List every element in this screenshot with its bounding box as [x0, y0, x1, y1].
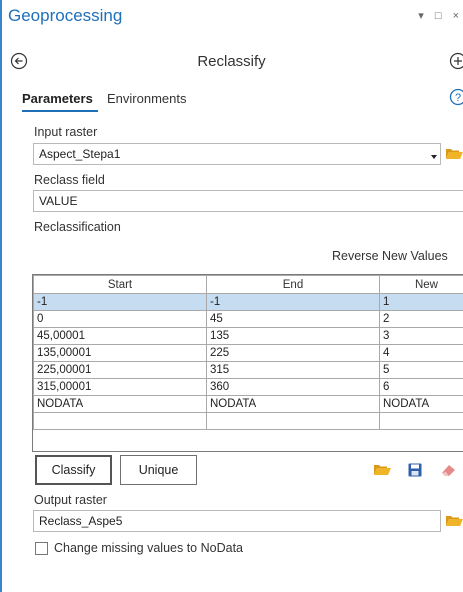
cell-end[interactable]: [206, 412, 380, 430]
cell-start[interactable]: 315,00001: [33, 378, 207, 396]
cell-new[interactable]: 6: [379, 378, 463, 396]
table-row[interactable]: 0 45 2: [33, 310, 463, 328]
cell-end[interactable]: 360: [206, 378, 380, 396]
reclassification-label: Reclassification: [34, 220, 121, 234]
pane-title: Geoprocessing: [8, 6, 123, 25]
reclass-field-label: Reclass field: [34, 173, 105, 187]
cell-new[interactable]: NODATA: [379, 395, 463, 413]
cell-start[interactable]: 45,00001: [33, 327, 207, 345]
cell-new[interactable]: 2: [379, 310, 463, 328]
cell-start[interactable]: -1: [33, 293, 207, 311]
cell-new[interactable]: 4: [379, 344, 463, 362]
table-row[interactable]: 135,00001 225 4: [33, 344, 463, 362]
eraser-icon[interactable]: [440, 462, 458, 478]
reclassification-table: Start End New -1 -1 1 0 45 2 45,00001 13…: [33, 275, 463, 430]
reverse-new-values-button[interactable]: Reverse New Values: [332, 249, 448, 263]
table-row[interactable]: 225,00001 315 5: [33, 361, 463, 379]
cell-end[interactable]: -1: [206, 293, 380, 311]
cell-new[interactable]: 5: [379, 361, 463, 379]
folder-open-icon[interactable]: [373, 462, 391, 478]
cell-start[interactable]: 0: [33, 310, 207, 328]
cell-start[interactable]: 135,00001: [33, 344, 207, 362]
cell-new[interactable]: 3: [379, 327, 463, 345]
cell-end[interactable]: 225: [206, 344, 380, 362]
cell-end[interactable]: NODATA: [206, 395, 380, 413]
missing-values-label: Change missing values to NoData: [54, 541, 243, 555]
folder-open-icon[interactable]: [445, 147, 463, 161]
folder-open-icon[interactable]: [445, 514, 463, 528]
cell-new[interactable]: [379, 412, 463, 430]
pane-left-border: [0, 0, 2, 592]
reclass-field-input[interactable]: VALUE: [33, 190, 463, 212]
tab-parameters[interactable]: Parameters: [22, 91, 93, 106]
help-icon[interactable]: ?: [449, 88, 463, 106]
classify-button[interactable]: Classify: [35, 455, 112, 485]
column-header-new[interactable]: New: [379, 275, 463, 294]
unique-button[interactable]: Unique: [120, 455, 197, 485]
cell-end[interactable]: 315: [206, 361, 380, 379]
add-icon[interactable]: [449, 52, 463, 70]
cell-end[interactable]: 45: [206, 310, 380, 328]
tab-active-indicator: [22, 110, 98, 112]
tool-title: Reclassify: [197, 53, 266, 70]
table-row-empty[interactable]: [33, 412, 463, 430]
column-header-end[interactable]: End: [206, 275, 380, 294]
column-header-start[interactable]: Start: [33, 275, 207, 294]
tab-environments[interactable]: Environments: [107, 91, 186, 106]
table-row[interactable]: NODATA NODATA NODATA: [33, 395, 463, 413]
output-raster-field[interactable]: Reclass_Aspe5: [33, 510, 441, 532]
table-header-row: Start End New: [33, 275, 463, 294]
svg-text:?: ?: [455, 92, 461, 104]
input-raster-field[interactable]: Aspect_Stepa1: [33, 143, 441, 165]
cell-new[interactable]: 1: [379, 293, 463, 311]
input-raster-label: Input raster: [34, 125, 98, 139]
cell-end[interactable]: 135: [206, 327, 380, 345]
chevron-down-icon[interactable]: [429, 152, 439, 162]
table-row[interactable]: 45,00001 135 3: [33, 327, 463, 345]
pane-window-controls[interactable]: ▾ □ ×: [418, 9, 463, 22]
save-icon[interactable]: [406, 462, 424, 478]
missing-values-checkbox[interactable]: [35, 542, 48, 555]
table-row[interactable]: 315,00001 360 6: [33, 378, 463, 396]
cell-start[interactable]: NODATA: [33, 395, 207, 413]
table-row[interactable]: -1 -1 1: [33, 293, 463, 311]
cell-start[interactable]: [33, 412, 207, 430]
cell-start[interactable]: 225,00001: [33, 361, 207, 379]
output-raster-label: Output raster: [34, 493, 107, 507]
